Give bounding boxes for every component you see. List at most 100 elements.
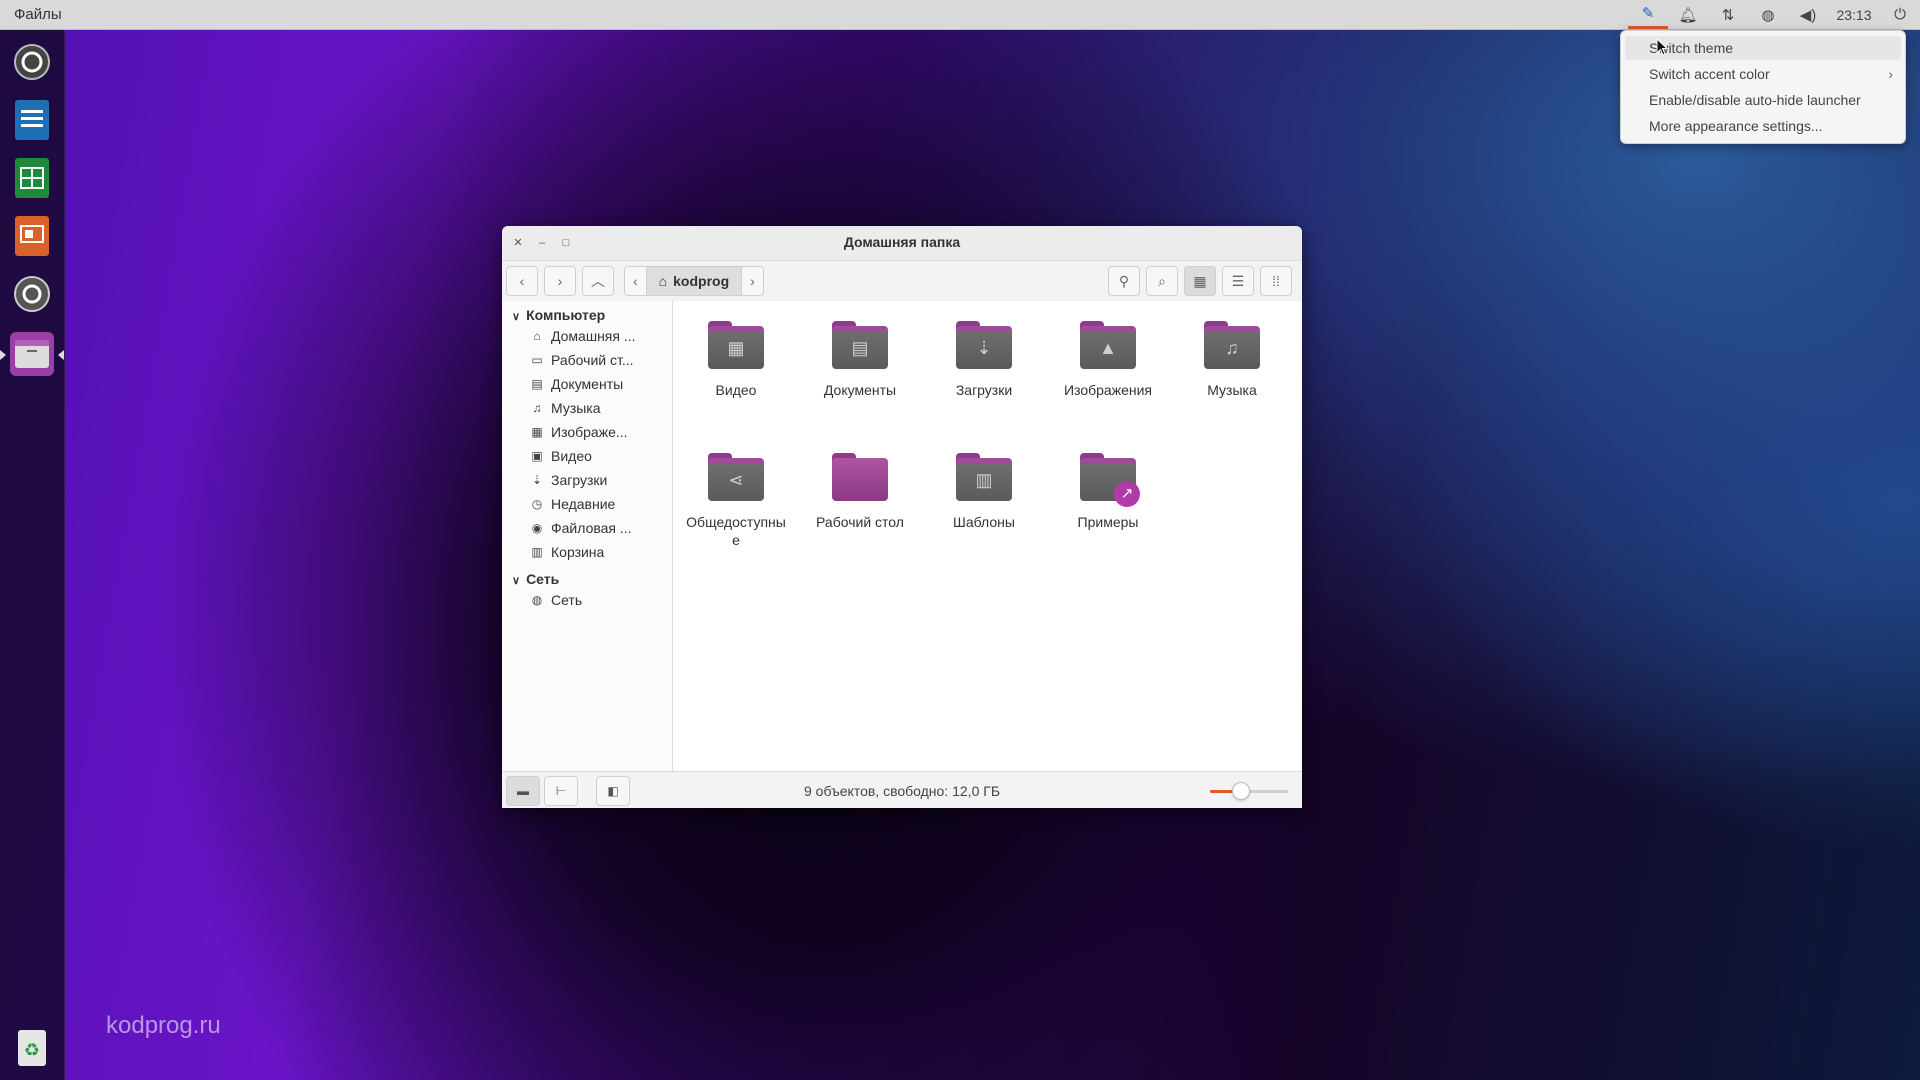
menu-item-more-settings[interactable]: More appearance settings... <box>1625 114 1901 138</box>
folder-icon: ↗ <box>1080 453 1140 507</box>
network-icon[interactable]: ⇅ <box>1708 0 1748 29</box>
sidebar-item-home[interactable]: ⌂ Домашняя ... <box>528 325 668 347</box>
chevron-down-icon: ∨ <box>512 575 521 587</box>
sidebar-section-computer[interactable]: ∨ Компьютер <box>512 307 605 323</box>
compact-view-button[interactable]: ⁞⁞ <box>1260 266 1292 296</box>
volume-icon[interactable]: ◀) <box>1788 0 1828 29</box>
download-icon: ⇣ <box>531 473 543 487</box>
sidebar-item-filesystem[interactable]: ◉ Файловая ... <box>528 517 668 539</box>
writer-icon[interactable] <box>10 98 54 142</box>
folder-public[interactable]: ⋖ Общедоступны е <box>676 453 796 549</box>
sidebar-section-network[interactable]: ∨ Сеть <box>512 571 559 587</box>
folder-label: Загрузки <box>955 382 1013 398</box>
sidebar-item-documents[interactable]: ▤ Документы <box>528 373 668 395</box>
mouse-cursor-icon <box>1656 38 1668 56</box>
desktop-icon: ▭ <box>531 353 543 367</box>
sidebar-item-trash[interactable]: ▥ Корзина <box>528 541 668 563</box>
up-button[interactable]: ︿ <box>582 266 614 296</box>
focus-indicator <box>58 350 64 360</box>
sidebar-section-label: Компьютер <box>526 307 606 323</box>
folder-icon: ⇣ <box>956 321 1012 369</box>
folder-icon: ▲ <box>1080 321 1136 369</box>
folder-label: Документы <box>823 382 897 398</box>
sidebar-item-label: Недавние <box>551 496 616 512</box>
forward-button[interactable]: › <box>544 266 576 296</box>
calc-icon[interactable] <box>10 156 54 200</box>
folder-label: Музыка <box>1207 382 1257 398</box>
sidebar-item-label: Загрузки <box>551 472 608 488</box>
status-bar: ▬ ⊢ ◧ 9 объектов, свободно: 12,0 ГБ <box>502 771 1302 808</box>
appearance-brush-icon[interactable]: ✎ <box>1628 0 1668 29</box>
sidebar-section-label: Сеть <box>526 571 560 587</box>
power-icon[interactable]: ⏻ <box>1880 0 1920 29</box>
search-button[interactable]: ⌕ <box>1146 266 1178 296</box>
breadcrumb-right-arrow[interactable]: › <box>742 267 763 295</box>
folder-label: Общедоступны е <box>686 514 786 548</box>
breadcrumb-home[interactable]: ⌂ kodprog <box>645 267 743 295</box>
trash-icon: ▥ <box>531 545 543 559</box>
breadcrumb-left-arrow[interactable]: ‹ <box>625 267 646 295</box>
sidebar-item-label: Домашняя ... <box>551 328 636 344</box>
trash-icon[interactable]: ♻ <box>10 1026 54 1070</box>
toolbar: ‹ › ︿ ‹ ⌂ kodprog › ⚲ ⌕ ▦ ☰ ⁞⁞ <box>502 261 1302 302</box>
folder-view: ▦ Видео ▤ Документы ⇣ Загрузки ▲ Изображ… <box>673 301 1302 771</box>
pin-icon: ⚲ <box>1118 272 1130 289</box>
globe-icon[interactable]: ◍ <box>1748 0 1788 29</box>
window-title: Домашняя папка <box>843 234 961 250</box>
music-icon: ♫ <box>532 401 542 415</box>
zoom-slider-knob[interactable] <box>1232 782 1250 800</box>
folder-music[interactable]: ♫ Музыка <box>1172 321 1292 399</box>
folder-examples[interactable]: ↗ Примеры <box>1048 453 1168 531</box>
sidebar: ∨ Компьютер ⌂ Домашняя ... ▭ Рабочий ст... … <box>502 301 673 771</box>
folder-icon <box>832 453 888 501</box>
menu-item-switch-accent[interactable]: Switch accent color › <box>1625 62 1901 86</box>
folder-label: Шаблоны <box>953 514 1015 530</box>
home-icon: ⌂ <box>533 329 541 343</box>
bell-icon[interactable]: 🔔︎ <box>1668 0 1708 29</box>
app-menu-title[interactable]: Файлы <box>14 6 62 23</box>
sidebar-item-desktop[interactable]: ▭ Рабочий ст... <box>528 349 668 371</box>
folder-documents[interactable]: ▤ Документы <box>800 321 920 399</box>
share-icon: ⋖ <box>728 470 744 490</box>
chevron-left-icon: ‹ <box>519 273 525 289</box>
back-button[interactable]: ‹ <box>506 266 538 296</box>
icon-view-button[interactable]: ▦ <box>1184 266 1216 296</box>
list-view-button[interactable]: ☰ <box>1222 266 1254 296</box>
film-icon: ▦ <box>727 338 745 358</box>
chevron-down-icon: ∨ <box>512 311 521 323</box>
folder-videos[interactable]: ▦ Видео <box>676 321 796 399</box>
folder-label: Видео <box>715 382 757 398</box>
columns-icon: ⁞⁞ <box>1272 273 1280 289</box>
window-titlebar[interactable]: ✕ – □ Домашняя папка <box>502 226 1302 261</box>
folder-pictures[interactable]: ▲ Изображения <box>1048 321 1168 399</box>
zoom-slider[interactable] <box>1210 782 1288 800</box>
sidebar-item-pictures[interactable]: ▦ Изображе... <box>528 421 668 443</box>
location-button[interactable]: ⚲ <box>1108 266 1140 296</box>
system-tray: ✎ 🔔︎ ⇅ ◍ ◀) 23:13 ⏻ <box>1628 0 1920 29</box>
folder-desktop[interactable]: Рабочий стол <box>800 453 920 531</box>
watermark: kodprog.ru <box>106 1012 221 1039</box>
sidebar-item-label: Файловая ... <box>551 520 632 536</box>
sidebar-item-label: Изображе... <box>551 424 628 440</box>
folder-templates[interactable]: ▥ Шаблоны <box>924 453 1044 531</box>
sidebar-item-music[interactable]: ♫ Музыка <box>528 397 668 419</box>
sidebar-item-label: Документы <box>551 376 624 392</box>
sidebar-item-downloads[interactable]: ⇣ Загрузки <box>528 469 668 491</box>
file-manager-window: ✕ – □ Домашняя папка ‹ › ︿ ‹ ⌂ kodprog ›… <box>502 226 1302 808</box>
sidebar-item-recent[interactable]: ◷ Недавние <box>528 493 668 515</box>
sidebar-item-label: Корзина <box>551 544 605 560</box>
folder-downloads[interactable]: ⇣ Загрузки <box>924 321 1044 399</box>
menu-item-label: Switch accent color <box>1649 66 1770 82</box>
chevron-up-icon: ︿ <box>591 273 605 289</box>
sidebar-item-network[interactable]: ◍ Сеть <box>528 589 668 611</box>
running-indicator <box>0 350 6 360</box>
updater-icon[interactable] <box>10 40 54 84</box>
clock[interactable]: 23:13 <box>1828 0 1880 29</box>
sidebar-item-label: Рабочий ст... <box>551 352 634 368</box>
settings-icon[interactable] <box>10 272 54 316</box>
impress-icon[interactable] <box>10 214 54 258</box>
menu-item-autohide[interactable]: Enable/disable auto-hide launcher <box>1625 88 1901 112</box>
sidebar-item-videos[interactable]: ▣ Видео <box>528 445 668 467</box>
files-icon[interactable] <box>10 332 54 376</box>
top-panel: Файлы ✎ 🔔︎ ⇅ ◍ ◀) 23:13 ⏻ <box>0 0 1920 30</box>
